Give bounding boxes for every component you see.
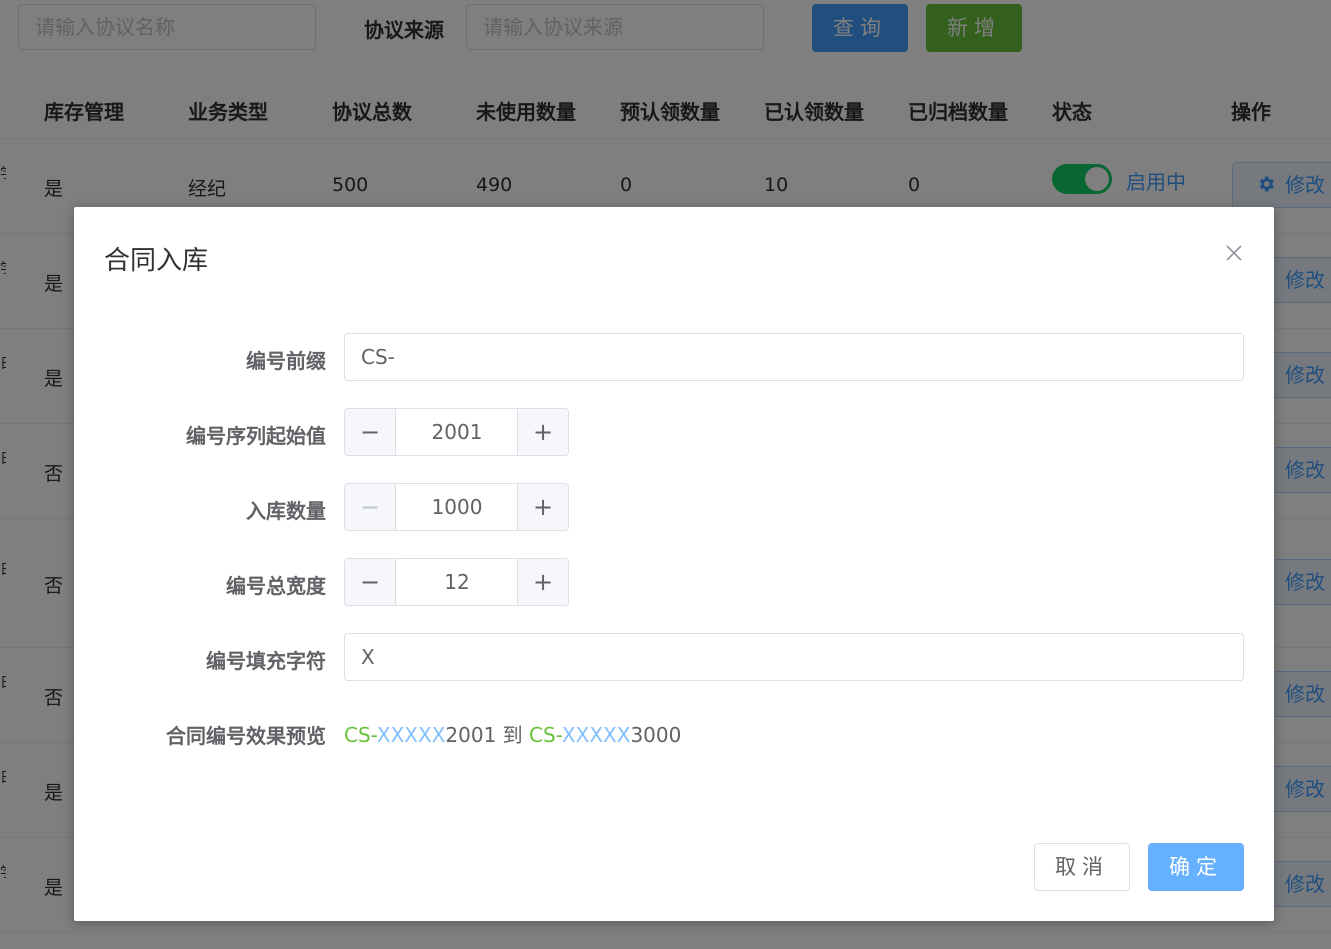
count-input[interactable]: 1000 — [396, 484, 518, 530]
count-label: 入库数量 — [246, 499, 326, 523]
plus-icon[interactable]: + — [517, 409, 568, 455]
preview-prefix: CS- — [529, 723, 562, 747]
plus-icon[interactable]: + — [517, 484, 568, 530]
plus-icon[interactable]: + — [517, 559, 568, 605]
fill-char-label: 编号填充字符 — [206, 649, 326, 673]
prefix-label: 编号前缀 — [246, 349, 326, 373]
confirm-button[interactable]: 确定 — [1148, 843, 1244, 891]
preview-label: 合同编号效果预览 — [166, 724, 326, 748]
minus-icon[interactable]: − — [345, 484, 396, 530]
minus-icon[interactable]: − — [345, 409, 396, 455]
start-value-stepper: − 2001 + — [344, 408, 569, 456]
total-width-input[interactable]: 12 — [396, 559, 518, 605]
number-preview: CS-XXXXX2001 到 CS-XXXXX3000 — [344, 719, 681, 748]
contract-stock-dialog: 合同入库 编号前缀 编号序列起始值 − 2001 + 入库数量 − 1000 +… — [74, 207, 1274, 921]
total-width-stepper: − 12 + — [344, 558, 569, 606]
preview-prefix: CS- — [344, 723, 377, 747]
close-icon[interactable] — [1222, 241, 1246, 265]
dialog-title: 合同入库 — [104, 246, 209, 276]
total-width-label: 编号总宽度 — [226, 574, 326, 598]
preview-number: 2001 — [445, 723, 497, 747]
start-value-input[interactable]: 2001 — [396, 409, 518, 455]
preview-fill: XXXXX — [376, 723, 446, 747]
start-value-label: 编号序列起始值 — [186, 424, 326, 448]
count-stepper: − 1000 + — [344, 483, 569, 531]
cancel-button[interactable]: 取消 — [1034, 843, 1130, 891]
prefix-input[interactable] — [344, 333, 1244, 381]
preview-number: 3000 — [630, 723, 682, 747]
minus-icon[interactable]: − — [345, 559, 396, 605]
fill-char-input[interactable] — [344, 633, 1244, 681]
preview-fill: XXXXX — [561, 723, 631, 747]
preview-to: 到 — [496, 723, 530, 747]
